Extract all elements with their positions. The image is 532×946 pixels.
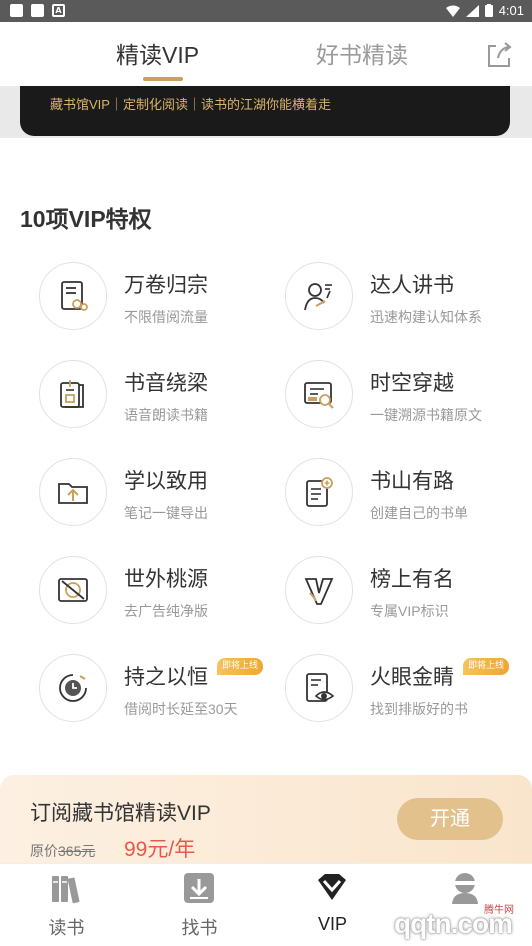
nav-label: 读书 — [48, 918, 85, 938]
privilege-icon-circle — [39, 360, 107, 428]
clock-icon — [59, 674, 87, 702]
coming-soon-badge: 即将上线 — [217, 658, 264, 675]
privilege-item[interactable]: 书山有路 创建自己的书单 — [285, 458, 532, 538]
find-book-icon — [184, 873, 214, 903]
booklist-add-icon — [306, 477, 333, 507]
privilege-title: 世外桃源 — [124, 568, 208, 591]
no-ads-icon — [58, 578, 88, 602]
privilege-title: 火眼金睛 — [370, 666, 454, 689]
notification-square-icon — [10, 4, 23, 17]
search-document-icon — [304, 382, 334, 409]
privilege-title: 书音绕梁 — [124, 372, 208, 395]
watermark-logo: qqtn.com — [394, 908, 513, 939]
privilege-icon-circle — [285, 262, 353, 330]
eye-document-icon — [306, 673, 335, 702]
original-price-label: 原价 — [30, 843, 58, 859]
banner-area: 藏书馆VIP｜定制化阅读｜读书的江湖你能横着走 — [0, 86, 532, 138]
bookshelf-icon — [52, 876, 80, 904]
privilege-item[interactable]: 持之以恒 即将上线 借阅时长延至30天 — [39, 654, 289, 734]
privilege-title: 书山有路 — [370, 470, 454, 493]
wifi-icon — [445, 5, 460, 17]
signal-icon — [465, 4, 479, 17]
privilege-desc: 一键溯源书籍原文 — [370, 407, 482, 423]
privilege-item[interactable]: 书音绕梁 语音朗读书籍 — [39, 360, 289, 440]
privilege-desc: 迅速构建认知体系 — [370, 309, 482, 325]
tab-indicator — [143, 77, 183, 81]
share-icon[interactable] — [484, 40, 514, 70]
privilege-icon-circle — [39, 262, 107, 330]
privilege-item[interactable]: 达人讲书 迅速构建认知体系 — [285, 262, 532, 342]
original-price: 原价365元 — [30, 841, 95, 861]
original-price-value: 365元 — [58, 843, 96, 859]
status-bar: A 4:01 — [0, 0, 532, 22]
banner-text: 藏书馆VIP｜定制化阅读｜读书的江湖你能横着走 — [50, 97, 331, 112]
privilege-item[interactable]: 火眼金睛 即将上线 找到排版好的书 — [285, 654, 532, 734]
privilege-item[interactable]: 学以致用 笔记一键导出 — [39, 458, 289, 538]
audio-book-icon — [60, 380, 84, 408]
subscription-title: 订阅藏书馆精读VIP — [30, 802, 211, 825]
subscription-bar: 订阅藏书馆精读VIP 原价365元 99元/年 开通 — [0, 775, 532, 863]
vip-banner[interactable]: 藏书馆VIP｜定制化阅读｜读书的江湖你能横着走 — [20, 86, 510, 136]
subscribe-button[interactable]: 开通 — [397, 798, 503, 840]
notification-icons: A — [10, 4, 65, 17]
privilege-icon-circle — [285, 458, 353, 526]
privilege-desc: 借阅时长延至30天 — [124, 701, 238, 717]
lecturer-icon — [304, 283, 332, 311]
privilege-desc: 专属VIP标识 — [370, 603, 449, 619]
status-time: 4:01 — [498, 3, 524, 18]
discount-price: 99元/年 — [124, 838, 196, 861]
privilege-desc: 创建自己的书单 — [370, 505, 468, 521]
folder-export-icon — [58, 483, 88, 504]
privilege-icon-circle — [285, 654, 353, 722]
privilege-title: 持之以恒 — [124, 666, 208, 689]
privilege-item[interactable]: 时空穿越 一键溯源书籍原文 — [285, 360, 532, 440]
vip-badge-icon — [304, 578, 334, 605]
privilege-icon-circle — [39, 458, 107, 526]
privilege-icon-circle — [39, 654, 107, 722]
privilege-title: 时空穿越 — [370, 372, 454, 395]
tab-haoshu-jingdu[interactable]: 好书精读 — [316, 36, 408, 70]
privilege-item[interactable]: 世外桃源 去广告纯净版 — [39, 556, 289, 636]
top-tabs: 精读VIP 好书精读 — [0, 22, 532, 84]
privilege-desc: 笔记一键导出 — [124, 505, 208, 521]
privilege-icon-circle — [285, 360, 353, 428]
nav-label: 找书 — [181, 918, 218, 938]
battery-icon — [484, 4, 493, 17]
book-stack-icon — [61, 281, 88, 311]
watermark: 腾牛网 qqtn.com — [326, 888, 526, 942]
privilege-desc: 找到排版好的书 — [370, 701, 468, 717]
privilege-title: 学以致用 — [124, 470, 208, 493]
notification-a-icon: A — [52, 4, 65, 17]
privilege-title: 榜上有名 — [370, 568, 454, 591]
privilege-title: 万卷归宗 — [124, 274, 208, 297]
nav-item-find[interactable]: 找书 — [133, 864, 266, 946]
notification-square-icon — [31, 4, 44, 17]
nav-item-read[interactable]: 读书 — [0, 864, 133, 946]
coming-soon-badge: 即将上线 — [463, 658, 510, 675]
privilege-desc: 去广告纯净版 — [124, 603, 208, 619]
privilege-item[interactable]: 榜上有名 专属VIP标识 — [285, 556, 532, 636]
status-right: 4:01 — [445, 3, 524, 18]
privilege-item[interactable]: 万卷归宗 不限借阅流量 — [39, 262, 289, 342]
section-title: 10项VIP特权 — [20, 206, 152, 232]
privilege-icon-circle — [285, 556, 353, 624]
privilege-title: 达人讲书 — [370, 274, 454, 297]
privilege-icon-circle — [39, 556, 107, 624]
tab-jingdu-vip[interactable]: 精读VIP — [116, 36, 199, 70]
privilege-desc: 不限借阅流量 — [124, 309, 208, 325]
privilege-desc: 语音朗读书籍 — [124, 407, 208, 423]
